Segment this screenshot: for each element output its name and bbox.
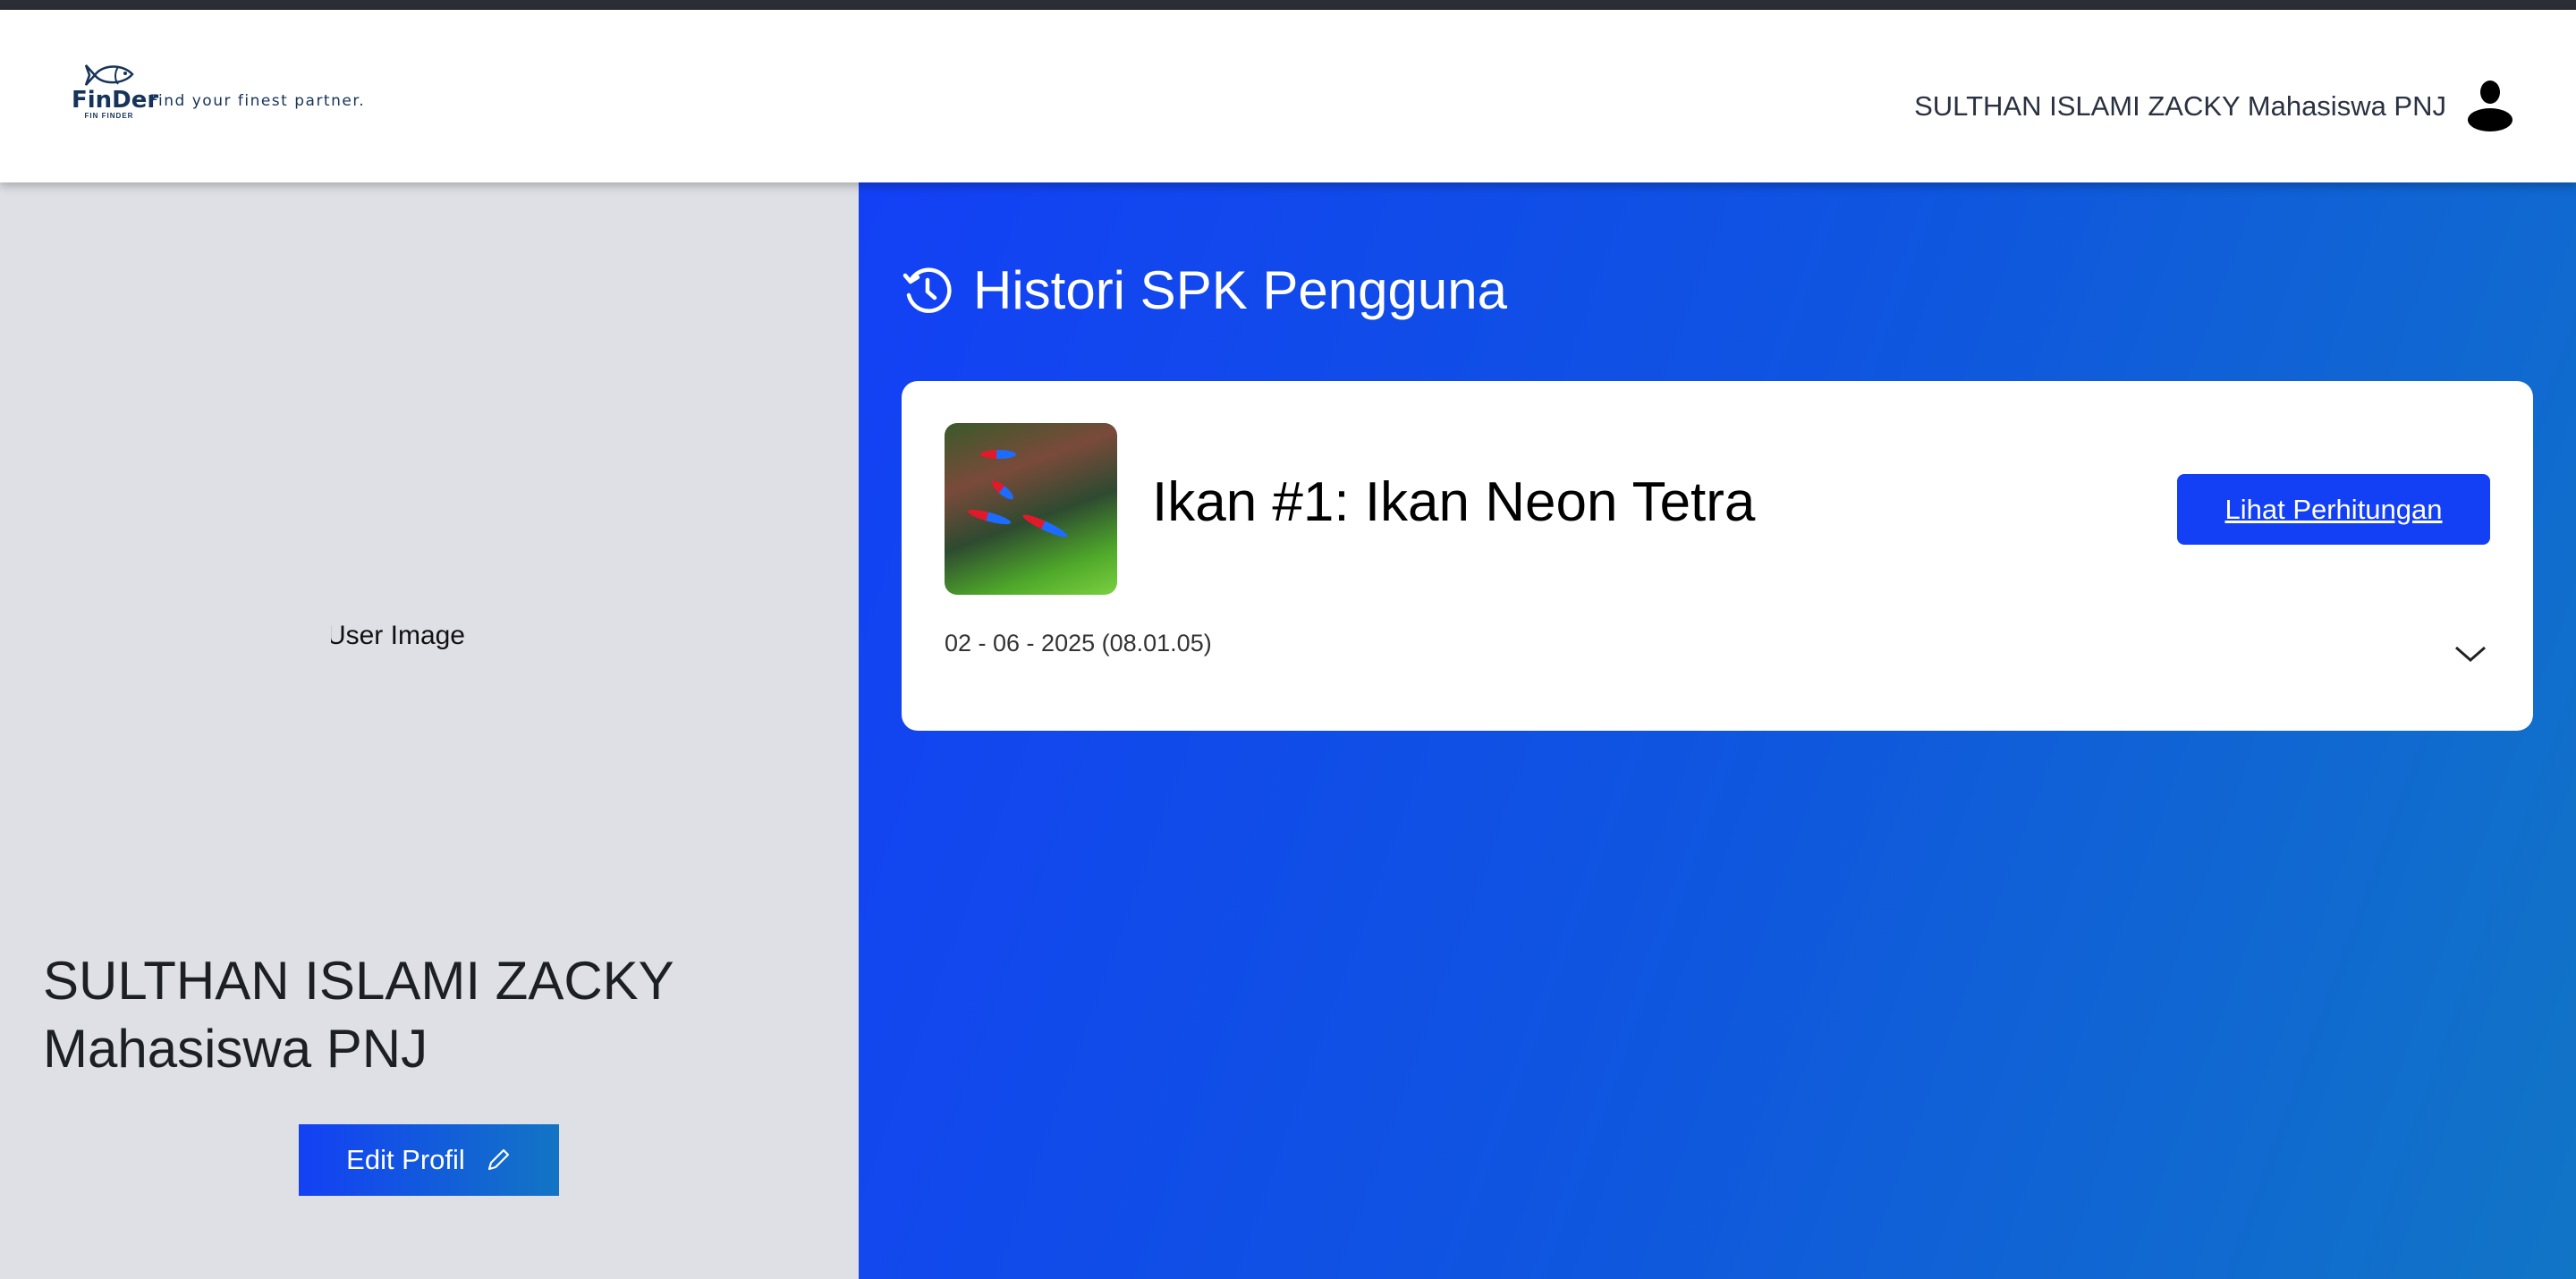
history-item-title: Ikan #1: Ikan Neon Tetra [1152,471,1756,533]
fish-shape [1021,511,1070,541]
user-icon[interactable] [2467,80,2513,131]
tagline: Find your finest partner. [149,92,366,110]
profile-name: SULTHAN ISLAMI ZACKY Mahasiswa PNJ [43,951,674,1079]
logo[interactable]: FinDer FIN FINDER [72,62,159,128]
pencil-icon [487,1148,509,1171]
history-heading: Histori SPK Pengguna [902,259,1507,321]
user-image: User Image [331,621,465,650]
history-icon [902,267,952,313]
chevron-down-icon[interactable] [2453,640,2488,667]
fish-image [945,423,1117,595]
fish-logo-icon [84,64,134,86]
fish-shape [966,506,1013,528]
history-item-date: 02 - 06 - 2025 (08.01.05) [945,630,1212,656]
window-top-bar [0,0,2576,10]
history-panel: Histori SPK Pengguna Ikan #1: Ikan Neon … [859,182,2576,1279]
edit-profile-button[interactable]: Edit Profil [299,1124,559,1196]
fish-shape [989,478,1016,503]
view-calculation-button[interactable]: Lihat Perhitungan [2177,474,2490,545]
history-item[interactable]: Ikan #1: Ikan Neon Tetra Lihat Perhitung… [902,381,2533,731]
header: FinDer FIN FINDER Find your finest partn… [0,10,2576,182]
profile-panel: User Image SULTHAN ISLAMI ZACKY Mahasisw… [0,182,859,1279]
history-title: Histori SPK Pengguna [973,260,1508,320]
header-user-name[interactable]: SULTHAN ISLAMI ZACKY Mahasiswa PNJ [1914,90,2446,123]
edit-profile-label: Edit Profil [346,1144,465,1175]
logo-brand: FinDer [72,87,159,114]
fish-shape [980,450,1016,459]
